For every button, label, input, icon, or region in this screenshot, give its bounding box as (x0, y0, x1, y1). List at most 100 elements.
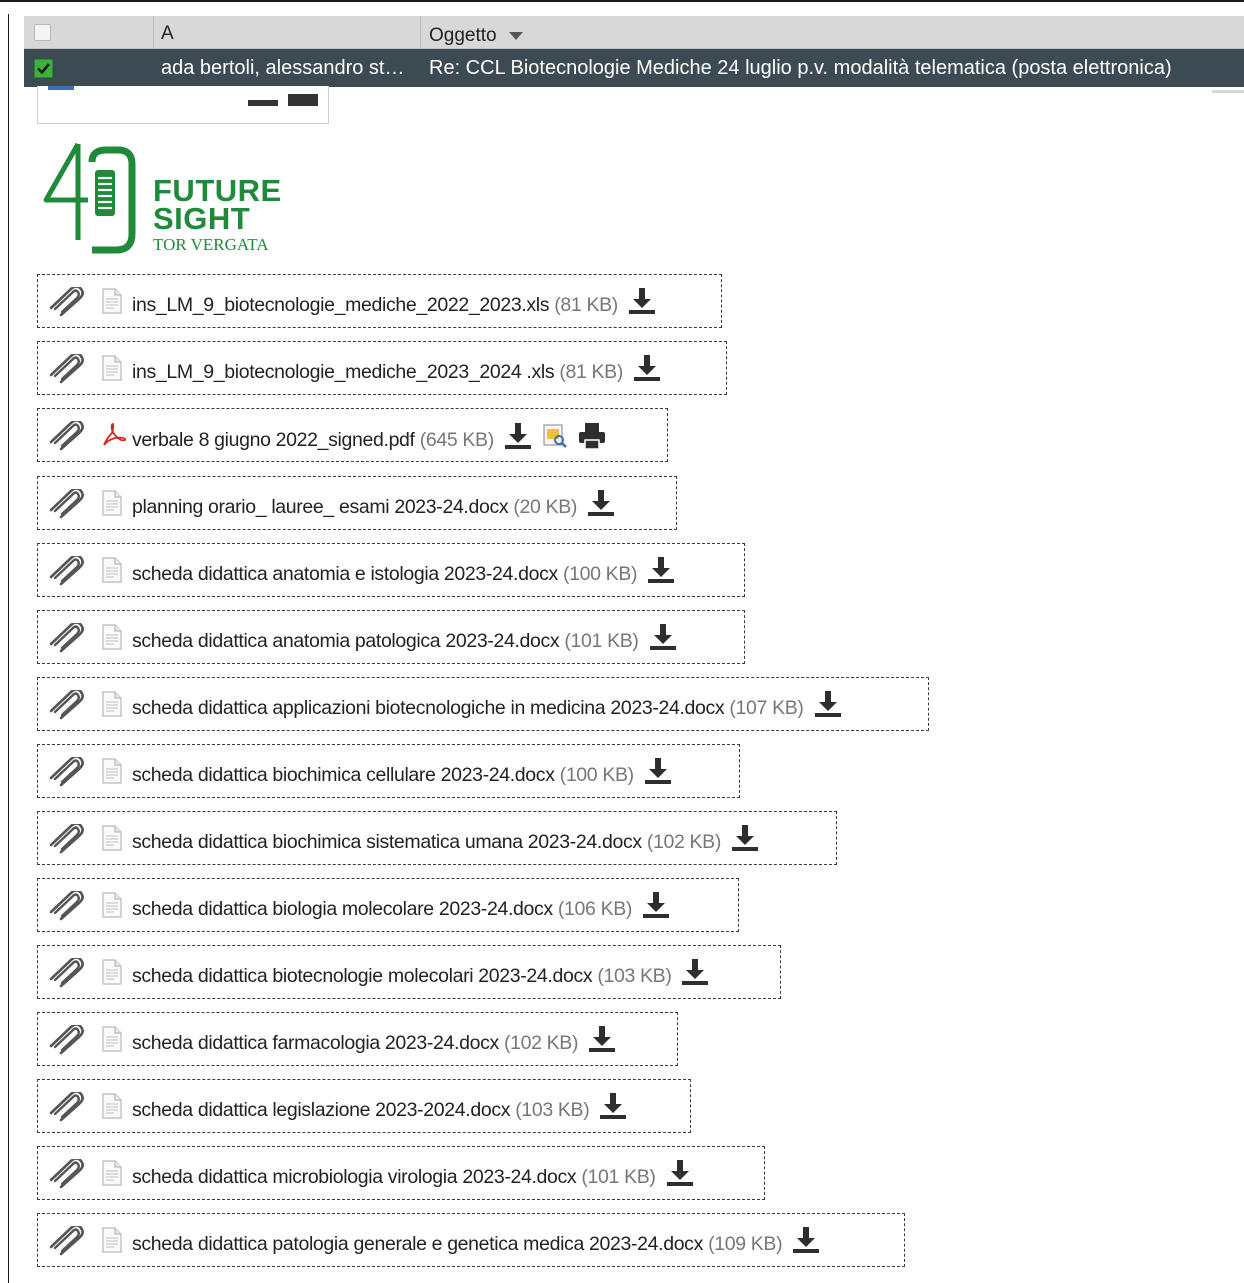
document-icon (101, 758, 123, 789)
download-icon[interactable] (641, 891, 671, 925)
attachment-row: scheda didattica legislazione 2023-2024.… (132, 1092, 628, 1128)
attachment-filename[interactable]: ins_LM_9_biotecnologie_mediche_2023_2024… (132, 361, 555, 383)
print-icon[interactable] (577, 421, 607, 457)
attachment-filename[interactable]: scheda didattica legislazione 2023-2024.… (132, 1099, 510, 1121)
attachment-size: (101 KB) (581, 1166, 656, 1189)
attachment-size: (20 KB) (513, 496, 578, 519)
select-all-checkbox[interactable] (34, 24, 51, 41)
download-icon[interactable] (648, 623, 678, 657)
download-icon[interactable] (598, 1092, 628, 1126)
document-icon (101, 1026, 123, 1057)
attachment-row: scheda didattica biochimica sistematica … (132, 824, 760, 860)
preview-icon[interactable] (542, 423, 568, 455)
attachment-filename[interactable]: scheda didattica anatomia patologica 202… (132, 630, 560, 652)
paperclip-icon (44, 554, 86, 591)
attachment-size: (103 KB) (515, 1099, 590, 1122)
attachment-item[interactable]: scheda didattica biochimica cellulare 20… (37, 744, 740, 798)
attachment-filename[interactable]: scheda didattica patologia generale e ge… (132, 1233, 703, 1255)
download-icon[interactable] (646, 556, 676, 590)
attachment-filename[interactable]: scheda didattica biotecnologie molecolar… (132, 965, 593, 987)
attachment-size: (103 KB) (597, 965, 672, 988)
attachment-item[interactable]: scheda didattica biologia molecolare 202… (37, 878, 739, 932)
attachment-filename[interactable]: scheda didattica biochimica sistematica … (132, 831, 642, 853)
attachment-filename[interactable]: scheda didattica anatomia e istologia 20… (132, 563, 558, 585)
attachment-row: ins_LM_9_biotecnologie_mediche_2023_2024… (132, 354, 662, 390)
attachment-row: scheda didattica anatomia e istologia 20… (132, 556, 676, 592)
attachment-filename[interactable]: scheda didattica microbiologia virologia… (132, 1166, 577, 1188)
document-icon (101, 288, 123, 319)
download-icon[interactable] (503, 422, 533, 456)
document-icon (101, 1160, 123, 1191)
attachment-row: scheda didattica patologia generale e ge… (132, 1226, 821, 1262)
mail-list-row[interactable]: ada bertoli, alessandro st… Re: CCL Biot… (24, 49, 1244, 87)
frame-left-line (8, 14, 9, 1283)
mail-list-header: A Oggetto (24, 16, 1244, 49)
paperclip-icon (44, 822, 86, 859)
paperclip-icon (44, 285, 86, 322)
attachment-row: scheda didattica anatomia patologica 202… (132, 623, 678, 659)
attachment-row: scheda didattica farmacologia 2023-24.do… (132, 1025, 617, 1061)
row-subject: Re: CCL Biotecnologie Mediche 24 luglio … (429, 57, 1172, 79)
download-icon[interactable] (627, 287, 657, 321)
column-header-subject[interactable]: Oggetto (429, 25, 523, 47)
row-from: ada bertoli, alessandro st… (161, 57, 405, 79)
document-icon (101, 1227, 123, 1258)
paperclip-icon (44, 755, 86, 792)
column-separator (420, 16, 421, 48)
download-icon[interactable] (632, 354, 662, 388)
logo-line-3: TOR VERGATA (153, 235, 269, 254)
scrollbar-handle[interactable] (1212, 90, 1244, 93)
download-icon[interactable] (665, 1159, 695, 1193)
attachment-item[interactable]: planning orario_ lauree_ esami 2023-24.d… (37, 476, 677, 530)
document-icon (101, 1093, 123, 1124)
attachment-item[interactable]: scheda didattica biotecnologie molecolar… (37, 945, 781, 999)
attachment-row: planning orario_ lauree_ esami 2023-24.d… (132, 489, 616, 525)
attachment-filename[interactable]: scheda didattica biochimica cellulare 20… (132, 764, 555, 786)
attachment-item[interactable]: scheda didattica microbiologia virologia… (37, 1146, 765, 1200)
future-sight-logo: FUTURE SIGHT TOR VERGATA (40, 140, 310, 258)
attachment-item[interactable]: ins_LM_9_biotecnologie_mediche_2023_2024… (37, 341, 727, 395)
paperclip-icon (44, 889, 86, 926)
paperclip-icon (44, 352, 86, 389)
attachment-size: (106 KB) (557, 898, 633, 921)
attachment-filename[interactable]: scheda didattica applicazioni biotecnolo… (132, 697, 725, 719)
attachment-item[interactable]: scheda didattica patologia generale e ge… (37, 1213, 905, 1267)
attachment-item[interactable]: scheda didattica anatomia e istologia 20… (37, 543, 745, 597)
sort-down-icon[interactable] (508, 31, 523, 40)
paperclip-icon (44, 419, 86, 456)
attachment-item[interactable]: scheda didattica applicazioni biotecnolo… (37, 677, 929, 731)
attachment-item[interactable]: scheda didattica farmacologia 2023-24.do… (37, 1012, 678, 1066)
attachment-item[interactable]: scheda didattica anatomia patologica 202… (37, 610, 745, 664)
document-icon (101, 624, 123, 655)
download-icon[interactable] (813, 690, 843, 724)
frame-top-line (0, 0, 1244, 2)
attachment-filename[interactable]: scheda didattica biologia molecolare 202… (132, 898, 553, 920)
download-icon[interactable] (791, 1226, 821, 1260)
attachment-item[interactable]: verbale 8 giugno 2022_signed.pdf (645 KB… (37, 408, 668, 462)
column-header-from[interactable]: A (161, 23, 174, 45)
paperclip-icon (44, 1157, 86, 1194)
attachment-row: scheda didattica microbiologia virologia… (132, 1159, 695, 1195)
document-icon (101, 691, 123, 722)
attachment-row: scheda didattica biologia molecolare 202… (132, 891, 671, 927)
attachment-item[interactable]: scheda didattica biochimica sistematica … (37, 811, 837, 865)
download-icon[interactable] (587, 1025, 617, 1059)
download-icon[interactable] (643, 757, 673, 791)
attachment-filename[interactable]: scheda didattica farmacologia 2023-24.do… (132, 1032, 499, 1054)
checkmark-icon (37, 63, 51, 75)
paperclip-icon (44, 487, 86, 524)
attachment-size: (645 KB) (419, 429, 495, 452)
paperclip-icon (44, 1023, 86, 1060)
download-icon[interactable] (680, 958, 710, 992)
download-icon[interactable] (730, 824, 760, 858)
row-checkbox[interactable] (34, 59, 53, 78)
attachment-filename[interactable]: planning orario_ lauree_ esami 2023-24.d… (132, 496, 509, 518)
attachment-filename[interactable]: verbale 8 giugno 2022_signed.pdf (132, 429, 415, 451)
paperclip-icon (44, 621, 86, 658)
attachment-size: (100 KB) (562, 563, 638, 586)
attachment-filename[interactable]: ins_LM_9_biotecnologie_mediche_2022_2023… (132, 294, 550, 316)
attachment-size: (102 KB) (503, 1032, 579, 1055)
attachment-item[interactable]: ins_LM_9_biotecnologie_mediche_2022_2023… (37, 274, 722, 328)
download-icon[interactable] (586, 489, 616, 523)
attachment-item[interactable]: scheda didattica legislazione 2023-2024.… (37, 1079, 691, 1133)
